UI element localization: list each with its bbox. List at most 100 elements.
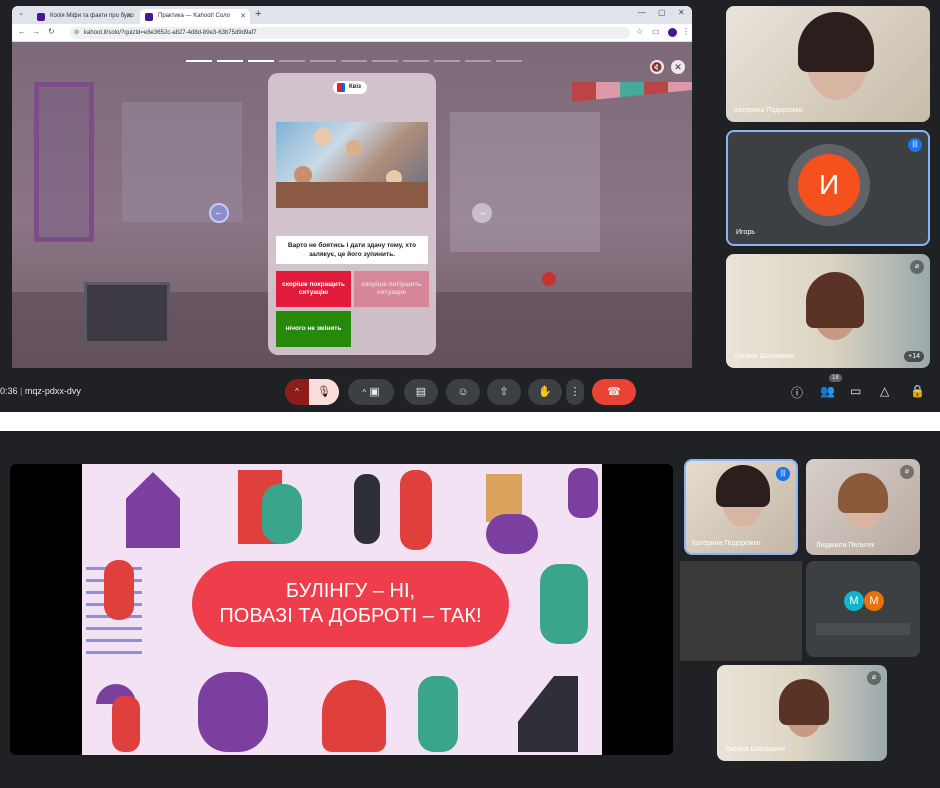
host-controls-icon[interactable]: 🔒	[910, 384, 925, 398]
meeting-details-icon[interactable]: ⓘ	[791, 384, 803, 401]
progress-segment	[372, 60, 398, 62]
answer-label: скоріше погіршить ситуацію	[361, 281, 422, 296]
participant-tile-active[interactable]: ||| Катерина Подорожко	[684, 459, 798, 555]
progress-segment	[341, 60, 367, 62]
quiz-badge-label: Квіз	[349, 84, 361, 90]
classroom-door	[34, 82, 94, 242]
more-options-icon[interactable]: ⋮	[566, 379, 584, 405]
bunting-illustration	[572, 82, 692, 102]
question-card: Квіз Варто не боятись і дати здачу тому,…	[268, 73, 436, 355]
meeting-time: 0:36	[0, 386, 18, 396]
participant-tile-active[interactable]: И ||| Игорь	[726, 130, 930, 246]
participant-hair	[779, 679, 829, 725]
people-icon[interactable]: 👥	[820, 384, 835, 398]
mic-off-icon: ⌀	[867, 671, 881, 685]
maximize-icon[interactable]: ▢	[658, 8, 666, 17]
top-meet-screenshot: ⌄ Копія Міфи та факти про було ✕ Практик…	[0, 0, 940, 412]
url-text: kahoot.it/solo/?quizId=e8e3652c-a827-4d8…	[84, 30, 257, 36]
reload-icon[interactable]: ↻	[48, 27, 55, 36]
close-tab-icon[interactable]: ✕	[240, 9, 246, 24]
browser-menu-icon[interactable]: ⋮	[682, 27, 690, 36]
camera-icon[interactable]: ▣	[369, 386, 379, 398]
participant-tile[interactable]: ⌀ Людмила Пельтек	[806, 459, 920, 555]
empty-tile	[680, 561, 802, 661]
bottom-meet-screenshot: БУЛІНГУ – НІ, ПОВАЗІ ТА ДОБРОТІ – ТАК! |…	[0, 431, 940, 788]
answer-option-1[interactable]: скоріше покращить ситуацію	[276, 271, 351, 307]
address-bar-row: ← → ↻ ⚙ kahoot.it/solo/?quizId=e8e3652c-…	[12, 24, 692, 42]
participant-name: Людмила Пельтек	[816, 542, 875, 549]
mic-off-icon: ⌀	[910, 260, 924, 274]
slide-banner: БУЛІНГУ – НІ, ПОВАЗІ ТА ДОБРОТІ – ТАК!	[192, 561, 509, 647]
mute-sound-icon[interactable]: 🔇	[650, 60, 664, 74]
kahoot-favicon	[145, 13, 153, 21]
progress-segment	[496, 60, 522, 62]
raise-hand-icon[interactable]: ✋	[528, 379, 562, 405]
participant-tile[interactable]: Катерина Подорожко	[726, 6, 930, 122]
emoji-icon[interactable]: ☺	[446, 379, 480, 405]
previous-arrow-icon[interactable]: ←	[209, 203, 229, 223]
participant-name: Катерина Подорожко	[734, 107, 803, 114]
activities-icon[interactable]: △	[880, 384, 889, 398]
back-icon[interactable]: ←	[18, 27, 26, 36]
site-info-icon[interactable]: ⚙	[74, 27, 79, 39]
mic-off-icon[interactable]: 🎙	[309, 379, 339, 405]
answer-label: скоріше покращить ситуацію	[282, 281, 345, 296]
close-quiz-icon[interactable]: ✕	[671, 60, 685, 74]
slide-title-line-1: БУЛІНГУ – НІ,	[285, 580, 416, 602]
progress-segment	[279, 60, 305, 62]
leave-call-icon[interactable]: ☎	[592, 379, 636, 405]
chat-icon[interactable]: ▭	[850, 384, 861, 398]
answer-option-2[interactable]: скоріше погіршить ситуацію	[354, 271, 429, 307]
browser-tab-active[interactable]: Практика — Kahoot! Соло ✕	[140, 9, 250, 24]
progress-segment	[403, 60, 429, 62]
progress-segment	[217, 60, 243, 62]
close-window-icon[interactable]: ✕	[678, 8, 685, 17]
meeting-code: mqz-pdxx-dvy	[24, 386, 81, 396]
kahoot-favicon	[37, 13, 45, 21]
participant-tile[interactable]: ⌀ Оксана Шапошник +14	[726, 254, 930, 368]
participant-tile[interactable]: ⌀ Оксана Шапошник	[717, 665, 887, 761]
more-participants-badge[interactable]: +14	[904, 351, 924, 362]
classroom-window	[450, 112, 600, 252]
camera-options-icon[interactable]: ^	[362, 388, 366, 397]
slide-title-line-2: ПОВАЗІ ТА ДОБРОТІ – ТАК!	[219, 605, 482, 627]
question-image	[276, 122, 428, 208]
bookmark-star-icon[interactable]: ☆	[636, 27, 643, 36]
mic-button-group[interactable]: ^ 🎙	[285, 379, 339, 405]
meeting-info: 0:36 | mqz-pdxx-dvy	[0, 386, 81, 396]
shared-browser-window: ⌄ Копія Міфи та факти про було ✕ Практик…	[12, 6, 692, 368]
profile-avatar[interactable]	[668, 28, 677, 37]
hands-illustration	[322, 680, 386, 752]
people-illustration	[418, 676, 458, 752]
person-illustration	[400, 470, 432, 550]
extensions-icon[interactable]: ▭	[652, 27, 660, 36]
participant-name: Оксана Шапошник	[725, 746, 786, 753]
person-illustration	[568, 468, 598, 518]
person-illustration	[112, 696, 140, 752]
camera-button[interactable]: ^ ▣	[348, 379, 394, 405]
captions-icon[interactable]: ▤	[404, 379, 438, 405]
progress-segment	[248, 60, 274, 62]
avatar: М	[864, 591, 884, 611]
forward-icon[interactable]: →	[32, 27, 40, 36]
answer-option-3[interactable]: нічого не змінить	[276, 311, 351, 347]
tab-list-icon[interactable]: ⌄	[18, 9, 24, 17]
mic-options-icon[interactable]: ^	[285, 379, 309, 405]
close-tab-icon[interactable]: ✕	[126, 9, 132, 24]
browser-tab[interactable]: Копія Міфи та факти про було ✕	[32, 9, 136, 24]
new-tab-icon[interactable]: +	[255, 8, 261, 20]
presentation-slide: БУЛІНГУ – НІ, ПОВАЗІ ТА ДОБРОТІ – ТАК!	[82, 464, 602, 755]
participant-name: Катерина Подорожко	[692, 540, 761, 547]
tab-label: Копія Міфи та факти про було	[50, 13, 134, 19]
child-figure	[346, 140, 362, 156]
apple-illustration	[542, 272, 556, 286]
desk-row	[276, 182, 428, 208]
minimize-icon[interactable]: —	[638, 8, 646, 17]
quiz-icon	[337, 83, 345, 92]
next-arrow-icon[interactable]: →	[472, 203, 492, 223]
participant-name: Игорь	[736, 229, 755, 236]
progress-segment	[434, 60, 460, 62]
url-field[interactable]: ⚙ kahoot.it/solo/?quizId=e8e3652c-a827-4…	[70, 27, 630, 39]
participant-tile[interactable]: М М	[806, 561, 920, 657]
present-screen-icon[interactable]: ⇧	[487, 379, 521, 405]
